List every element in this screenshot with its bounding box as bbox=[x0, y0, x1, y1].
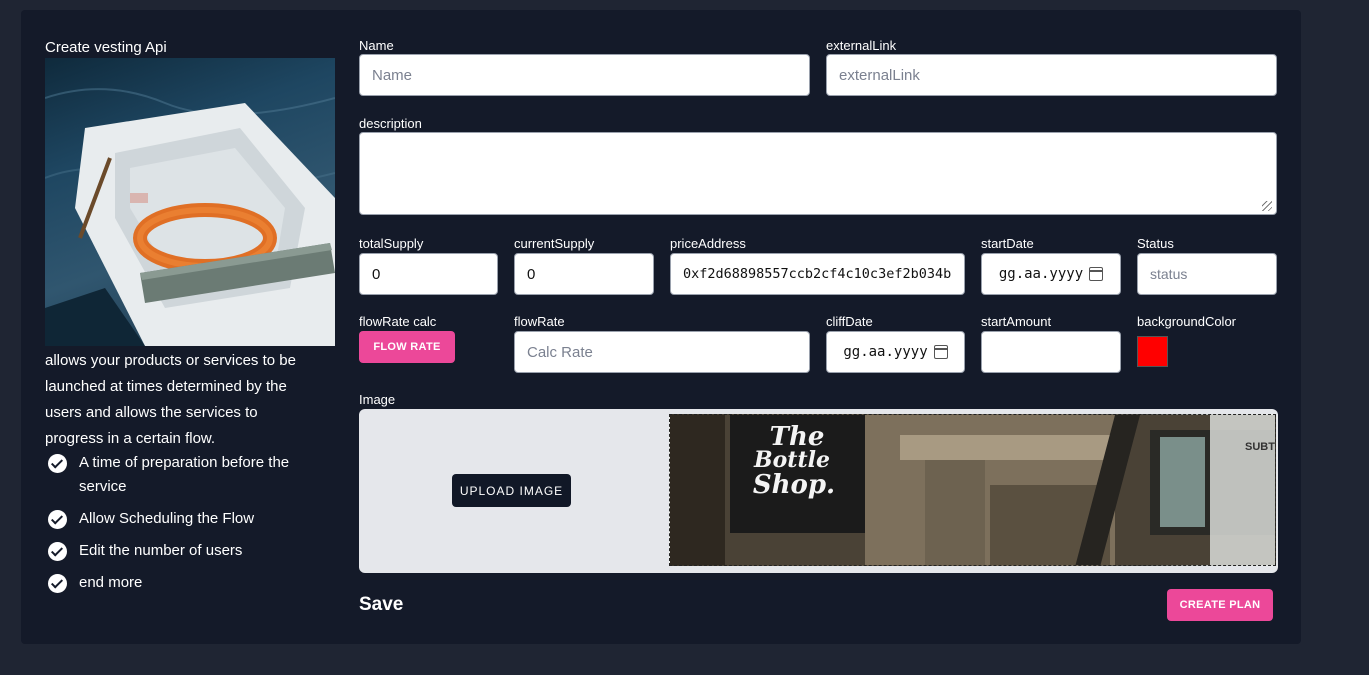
image-preview: The Bottle Shop. SUBT bbox=[669, 414, 1276, 566]
upload-image-button[interactable]: UPLOAD IMAGE bbox=[452, 474, 571, 507]
external-link-input[interactable] bbox=[826, 54, 1277, 96]
current-supply-input[interactable] bbox=[514, 253, 654, 295]
description-textarea[interactable] bbox=[359, 132, 1277, 215]
flow-rate-button[interactable]: FLOW RATE bbox=[359, 331, 455, 363]
sign-line-3: Shop. bbox=[753, 470, 835, 500]
cliff-date-label: cliffDate bbox=[826, 314, 873, 329]
form-panel: Create vesting Api allows your products … bbox=[21, 10, 1301, 644]
start-date-label: startDate bbox=[981, 236, 1034, 251]
background-color-label: backgroundColor bbox=[1137, 314, 1237, 329]
feature-item: Allow Scheduling the Flow bbox=[45, 507, 320, 531]
current-supply-label: currentSupply bbox=[514, 236, 595, 251]
price-address-input[interactable] bbox=[670, 253, 965, 295]
flow-rate-label: flowRate bbox=[514, 314, 565, 329]
sidebar-description: allows your products or services to be l… bbox=[45, 352, 296, 447]
feature-item: end more bbox=[45, 571, 320, 595]
boat-illustration bbox=[45, 88, 335, 346]
feature-label: Allow Scheduling the Flow bbox=[79, 510, 255, 527]
sidebar-title: Create vesting Api bbox=[45, 39, 167, 56]
name-label: Name bbox=[359, 38, 394, 53]
flow-rate-calc-label: flowRate calc bbox=[359, 314, 437, 329]
feature-item: A time of preparation before the service bbox=[45, 451, 320, 499]
resize-handle-icon[interactable] bbox=[1262, 201, 1272, 211]
feature-label: Edit the number of users bbox=[79, 542, 243, 559]
background-color-picker[interactable] bbox=[1137, 336, 1168, 367]
calendar-icon[interactable] bbox=[1089, 267, 1104, 281]
check-circle-icon bbox=[48, 542, 67, 561]
feature-label: A time of preparation before the service bbox=[79, 454, 290, 495]
bottle-shop-photo: The Bottle Shop. SUBT bbox=[670, 415, 1275, 565]
calendar-icon[interactable] bbox=[933, 345, 948, 359]
total-supply-label: totalSupply bbox=[359, 236, 424, 251]
feature-item: Edit the number of users bbox=[45, 539, 320, 563]
start-date-input[interactable]: gg.aa.yyyy bbox=[981, 253, 1121, 295]
start-amount-label: startAmount bbox=[981, 314, 1052, 329]
check-circle-icon bbox=[48, 574, 67, 593]
status-input[interactable] bbox=[1137, 253, 1277, 295]
total-supply-input[interactable] bbox=[359, 253, 498, 295]
status-label: Status bbox=[1137, 236, 1174, 251]
image-label: Image bbox=[359, 392, 396, 407]
external-link-label: externalLink bbox=[826, 38, 897, 53]
name-input[interactable] bbox=[359, 54, 810, 96]
feature-label: end more bbox=[79, 574, 143, 591]
check-circle-icon bbox=[48, 454, 67, 473]
flow-rate-input[interactable] bbox=[514, 331, 810, 373]
save-heading: Save bbox=[359, 594, 404, 615]
price-address-label: priceAddress bbox=[670, 236, 746, 251]
image-upload-area[interactable]: UPLOAD IMAGE The Bottle Shop. SUBT bbox=[359, 409, 1278, 573]
cliff-date-value: gg.aa.yyyy bbox=[843, 344, 928, 360]
side-sign-text: SUBT bbox=[1245, 441, 1275, 453]
description-label: description bbox=[359, 116, 422, 131]
start-date-value: gg.aa.yyyy bbox=[998, 266, 1084, 282]
create-plan-button[interactable]: CREATE PLAN bbox=[1167, 589, 1273, 621]
boat-image bbox=[45, 58, 335, 346]
start-amount-input[interactable] bbox=[981, 331, 1121, 373]
check-circle-icon bbox=[48, 510, 67, 529]
cliff-date-input[interactable]: gg.aa.yyyy bbox=[826, 331, 965, 373]
